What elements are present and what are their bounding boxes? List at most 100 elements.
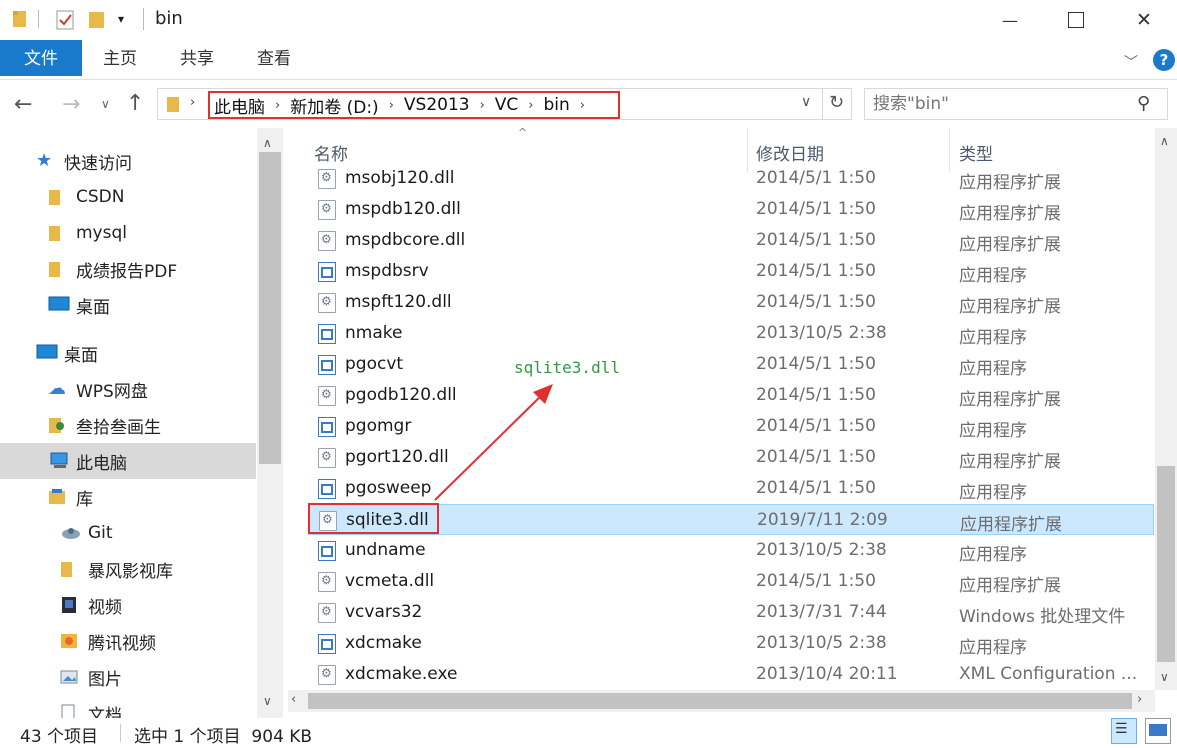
tab-file[interactable]: 文件 xyxy=(0,40,82,76)
breadcrumb-separator[interactable]: › xyxy=(275,98,280,113)
tab-share[interactable]: 共享 xyxy=(172,40,222,76)
refresh-icon[interactable]: ↻ xyxy=(829,92,844,113)
file-row[interactable]: xdcmake 2013/10/5 2:38 应用程序 xyxy=(308,628,1154,659)
tab-home[interactable]: 主页 xyxy=(95,40,145,76)
minimize-button[interactable]: — xyxy=(981,0,1039,40)
sidebar-item-baofeng[interactable]: 暴风影视库 xyxy=(0,551,256,587)
file-list-scrollbar-thumb[interactable] xyxy=(1157,466,1175,662)
help-icon[interactable]: ? xyxy=(1153,49,1175,71)
sidebar-item-label: 库 xyxy=(76,489,93,510)
close-button[interactable]: ✕ xyxy=(1115,0,1173,40)
file-row[interactable]: vcmeta.dll 2014/5/1 1:50 应用程序扩展 xyxy=(308,566,1154,597)
cloud-icon: ☁ xyxy=(48,378,66,399)
user-folder-icon xyxy=(48,415,70,435)
file-row[interactable]: vcvars32 2013/7/31 7:44 Windows 批处理文件 xyxy=(308,597,1154,628)
folder-icon xyxy=(48,187,70,207)
breadcrumb-separator[interactable]: › xyxy=(389,98,394,113)
sidebar-item-pictures[interactable]: 图片 xyxy=(0,659,256,695)
library-icon xyxy=(48,487,70,507)
column-header-type[interactable]: 类型 xyxy=(959,140,993,165)
dll-file-icon xyxy=(318,200,336,220)
scroll-up-icon[interactable]: ∧ xyxy=(263,136,272,150)
file-row[interactable]: nmake 2013/10/5 2:38 应用程序 xyxy=(308,318,1154,349)
star-icon: ★ xyxy=(36,150,53,171)
sidebar-item-wps-cloud[interactable]: ☁ WPS网盘 xyxy=(0,371,256,407)
back-arrow-icon[interactable]: ← xyxy=(14,92,32,117)
file-row[interactable]: undname 2013/10/5 2:38 应用程序 xyxy=(308,535,1154,566)
sidebar-item-report-pdf[interactable]: 成绩报告PDF xyxy=(0,251,256,287)
dll-file-icon xyxy=(318,386,336,406)
dll-file-icon xyxy=(318,231,336,251)
file-row[interactable]: xdcmake.exe 2013/10/4 20:11 XML Configurat… xyxy=(308,659,1154,690)
file-list-horizontal-thumb[interactable] xyxy=(308,693,1132,709)
file-row[interactable]: mspdbcore.dll 2014/5/1 1:50 应用程序扩展 xyxy=(308,225,1154,256)
large-icons-view-button[interactable] xyxy=(1145,718,1171,744)
sidebar-scrollbar-thumb[interactable] xyxy=(259,152,281,464)
recent-locations-icon[interactable]: ∨ xyxy=(101,97,110,111)
sidebar-item-label: WPS网盘 xyxy=(76,381,148,402)
scroll-right-icon[interactable]: › xyxy=(1137,692,1142,707)
dll-file-icon xyxy=(318,293,336,313)
breadcrumb-separator[interactable]: › xyxy=(580,98,585,113)
breadcrumb-drive-d[interactable]: 新加卷 (D:) xyxy=(290,93,379,118)
sidebar-item-desktop[interactable]: 桌面 xyxy=(0,335,256,371)
file-date: 2014/5/1 1:50 xyxy=(756,168,876,188)
breadcrumb-separator[interactable]: › xyxy=(480,98,485,113)
sidebar-item-csdn[interactable]: CSDN xyxy=(0,179,256,215)
folder-icon xyxy=(48,259,70,279)
ribbon-expand-icon[interactable]: ﹀ xyxy=(1124,52,1138,72)
file-row[interactable]: mspdb120.dll 2014/5/1 1:50 应用程序扩展 xyxy=(308,194,1154,225)
scroll-up-icon[interactable]: ∧ xyxy=(1160,134,1169,148)
sidebar-item-label: 图片 xyxy=(88,669,122,690)
file-name: undname xyxy=(345,540,426,560)
new-folder-icon[interactable] xyxy=(88,9,106,35)
tab-view[interactable]: 查看 xyxy=(249,40,299,76)
sidebar-item-label: Git xyxy=(88,523,113,543)
sidebar-item-mysql[interactable]: mysql xyxy=(0,215,256,251)
scroll-left-icon[interactable]: ‹ xyxy=(291,692,296,707)
file-row[interactable]: mspdbsrv 2014/5/1 1:50 应用程序 xyxy=(308,256,1154,287)
file-row[interactable]: mspft120.dll 2014/5/1 1:50 应用程序扩展 xyxy=(308,287,1154,318)
breadcrumb-vc[interactable]: VC xyxy=(495,95,519,115)
up-arrow-icon[interactable]: ↑ xyxy=(126,91,144,116)
scroll-down-icon[interactable]: ∨ xyxy=(263,694,272,708)
desktop-icon xyxy=(36,343,58,363)
sidebar-item-documents[interactable]: 文档 xyxy=(0,695,256,718)
file-row[interactable]: msobj120.dll 2014/5/1 1:50 应用程序扩展 xyxy=(308,163,1154,194)
sidebar-item-videos[interactable]: 视频 xyxy=(0,587,256,623)
search-input[interactable] xyxy=(873,93,1123,115)
file-date: 2013/10/5 2:38 xyxy=(756,540,887,560)
chevron-down-icon[interactable]: ▾ xyxy=(118,12,124,26)
sidebar-item-user[interactable]: 叁拾叁画生 xyxy=(0,407,256,443)
sidebar-item-git[interactable]: Git xyxy=(0,515,256,551)
file-type: 应用程序 xyxy=(959,359,1027,379)
file-type: XML Configuration ... xyxy=(959,664,1138,684)
sidebar-item-quick-access[interactable]: ★ 快速访问 xyxy=(0,143,256,179)
scroll-down-icon[interactable]: ∨ xyxy=(1160,670,1169,684)
column-header-date[interactable]: 修改日期 xyxy=(756,140,824,165)
file-date: 2014/5/1 1:50 xyxy=(756,292,876,312)
maximize-button[interactable] xyxy=(1047,0,1105,40)
breadcrumb-separator: › xyxy=(190,95,196,110)
address-dropdown-icon[interactable]: ∨ xyxy=(801,94,811,110)
sidebar-item-this-pc[interactable]: 此电脑 xyxy=(0,443,256,479)
file-name: nmake xyxy=(345,323,403,343)
sidebar-item-libraries[interactable]: 库 xyxy=(0,479,256,515)
sidebar-item-desktop-quick[interactable]: 桌面 xyxy=(0,287,256,323)
sidebar-item-label: 文档 xyxy=(88,705,122,719)
column-header-name[interactable]: 名称 xyxy=(314,140,348,165)
file-name: pgosweep xyxy=(345,478,432,498)
breadcrumb-separator[interactable]: › xyxy=(528,98,533,113)
sidebar-item-label: 成绩报告PDF xyxy=(76,261,178,282)
breadcrumb-bin[interactable]: bin xyxy=(544,95,570,115)
details-view-button[interactable]: ☰ xyxy=(1111,718,1137,744)
file-type: 应用程序扩展 xyxy=(959,173,1061,193)
forward-arrow-icon[interactable]: → xyxy=(62,92,80,117)
selection-info: 选中 1 个项目 904 KB xyxy=(134,727,313,747)
breadcrumb-vs2013[interactable]: VS2013 xyxy=(404,95,470,115)
sidebar-item-tencent-video[interactable]: 腾讯视频 xyxy=(0,623,256,659)
breadcrumb-this-pc[interactable]: 此电脑 xyxy=(214,93,265,118)
properties-icon[interactable] xyxy=(55,9,77,35)
search-icon[interactable]: ⚲ xyxy=(1137,93,1150,114)
file-name: pgocvt xyxy=(345,354,404,374)
